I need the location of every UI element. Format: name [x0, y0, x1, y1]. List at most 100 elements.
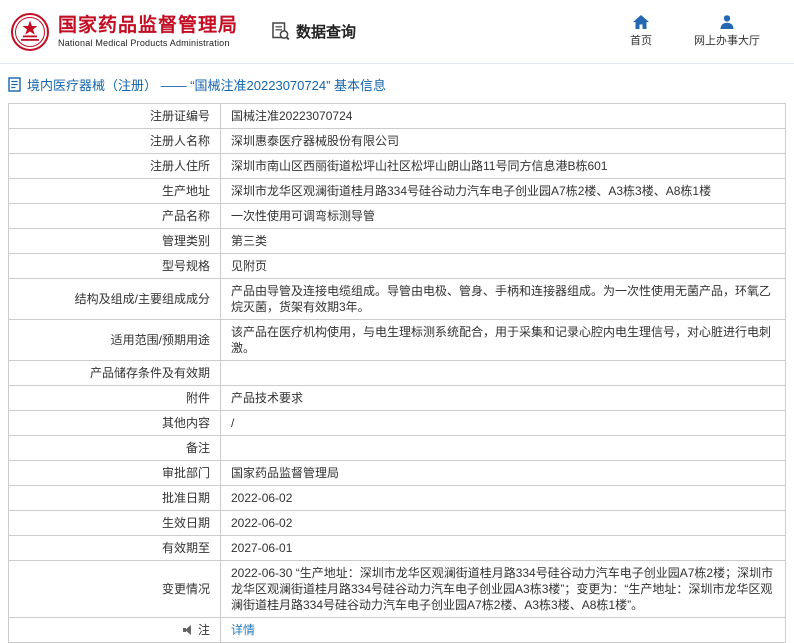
table-row: 生效日期 2022-06-02 — [9, 511, 786, 536]
row-value-text: 国家药品监督管理局 — [231, 466, 339, 480]
table-row: 备注 — [9, 436, 786, 461]
row-label-text: 适用范围/预期用途 — [111, 333, 210, 347]
table-row: 结构及组成/主要组成成分 产品由导管及连接电缆组成。导管由电极、管身、手柄和连接器… — [9, 279, 786, 320]
row-label-text: 其他内容 — [162, 416, 210, 430]
row-label: 变更情况 — [9, 561, 221, 618]
row-label-text: 管理类别 — [162, 234, 210, 248]
row-label: 生产地址 — [9, 179, 221, 204]
row-label: 附件 — [9, 386, 221, 411]
info-table-body: 注册证编号国械注准20223070724注册人名称深圳惠泰医疗器械股份有限公司注… — [9, 104, 786, 643]
row-value: 深圳市南山区西丽街道松坪山社区松坪山朗山路11号同方信息港B栋601 — [221, 154, 786, 179]
row-value-text: 深圳市龙华区观澜街道桂月路334号硅谷动力汽车电子创业园A7栋2楼、A3栋3楼、… — [231, 184, 711, 198]
row-value — [221, 436, 786, 461]
table-row: 产品名称 一次性使用可调弯标测导管 — [9, 204, 786, 229]
row-value-text: 产品技术要求 — [231, 391, 303, 405]
table-row: 附件产品技术要求 — [9, 386, 786, 411]
table-row: 型号规格见附页 — [9, 254, 786, 279]
row-value: 产品技术要求 — [221, 386, 786, 411]
row-value-text: 见附页 — [231, 259, 267, 273]
row-label-text: 产品名称 — [162, 209, 210, 223]
detail-link[interactable]: 详情 — [231, 623, 255, 637]
site-header: 国家药品监督管理局 National Medical Products Admi… — [0, 0, 794, 64]
row-label: 注册证编号 — [9, 104, 221, 129]
row-value: 2022-06-02 — [221, 511, 786, 536]
row-label-text: 变更情况 — [162, 582, 210, 596]
row-label: 审批部门 — [9, 461, 221, 486]
nav-home[interactable]: 首页 — [624, 15, 658, 48]
row-value: / — [221, 411, 786, 436]
page-title: 境内医疗器械（注册） —— “国械注准20223070724” 基本信息 — [0, 64, 794, 103]
table-row: 有效期至 2027-06-01 — [9, 536, 786, 561]
agency-logo[interactable]: 国家药品监督管理局 National Medical Products Admi… — [10, 12, 238, 52]
page-title-text: 境内医疗器械（注册） —— “国械注准20223070724” 基本信息 — [27, 75, 386, 94]
nav-service-hall-label: 网上办事大厅 — [694, 32, 760, 48]
data-query-tab[interactable]: 数据查询 — [272, 21, 356, 42]
row-label: 注册人名称 — [9, 129, 221, 154]
table-row: 注册人名称 深圳惠泰医疗器械股份有限公司 — [9, 129, 786, 154]
table-row: 变更情况 2022-06-30 “生产地址：深圳市龙华区观澜街道桂月路334号硅谷… — [9, 561, 786, 618]
nav-service-hall[interactable]: 网上办事大厅 — [694, 15, 760, 48]
row-label-text: 生产地址 — [162, 184, 210, 198]
row-value: 产品由导管及连接电缆组成。导管由电极、管身、手柄和连接器组成。为一次性使用无菌产… — [221, 279, 786, 320]
row-label-text: 生效日期 — [162, 516, 210, 530]
info-table: 注册证编号国械注准20223070724注册人名称深圳惠泰医疗器械股份有限公司注… — [8, 103, 786, 643]
row-value — [221, 361, 786, 386]
row-label: 产品储存条件及有效期 — [9, 361, 221, 386]
row-value-text: 产品由导管及连接电缆组成。导管由电极、管身、手柄和连接器组成。为一次性使用无菌产… — [231, 284, 771, 314]
document-search-icon — [272, 22, 290, 41]
agency-name-en: National Medical Products Administration — [58, 38, 238, 48]
row-value: 详情 — [221, 618, 786, 643]
row-value: 国家药品监督管理局 — [221, 461, 786, 486]
row-value: 2022-06-30 “生产地址：深圳市龙华区观澜街道桂月路334号硅谷动力汽车… — [221, 561, 786, 618]
row-value-text: 一次性使用可调弯标测导管 — [231, 209, 375, 223]
speaker-icon — [183, 625, 194, 635]
person-icon — [720, 15, 734, 29]
row-value-text: 深圳惠泰医疗器械股份有限公司 — [231, 134, 399, 148]
row-value-text: 2027-06-01 — [231, 541, 292, 555]
row-label: 适用范围/预期用途 — [9, 320, 221, 361]
row-value: 该产品在医疗机构使用，与电生理标测系统配合，用于采集和记录心腔内电生理信号，对心… — [221, 320, 786, 361]
agency-name-cn: 国家药品监督管理局 — [58, 16, 238, 36]
row-label: 有效期至 — [9, 536, 221, 561]
row-label: 备注 — [9, 436, 221, 461]
row-label: 结构及组成/主要组成成分 — [9, 279, 221, 320]
row-value: 深圳市龙华区观澜街道桂月路334号硅谷动力汽车电子创业园A7栋2楼、A3栋3楼、… — [221, 179, 786, 204]
table-row: 批准日期2022-06-02 — [9, 486, 786, 511]
document-icon — [8, 77, 21, 92]
top-nav: 首页 网上办事大厅 — [624, 15, 774, 48]
row-value: 深圳惠泰医疗器械股份有限公司 — [221, 129, 786, 154]
row-label-text: 注册证编号 — [150, 109, 210, 123]
table-row: 注册人住所 深圳市南山区西丽街道松坪山社区松坪山朗山路11号同方信息港B栋601 — [9, 154, 786, 179]
nav-home-label: 首页 — [630, 32, 652, 48]
row-label-text: 注册人名称 — [150, 134, 210, 148]
row-value: 国械注准20223070724 — [221, 104, 786, 129]
row-label-text: 审批部门 — [162, 466, 210, 480]
row-value-text: 国械注准20223070724 — [231, 109, 352, 123]
row-value-text: 深圳市南山区西丽街道松坪山社区松坪山朗山路11号同方信息港B栋601 — [231, 159, 608, 173]
table-row: 管理类别第三类 — [9, 229, 786, 254]
row-label: 注册人住所 — [9, 154, 221, 179]
row-value-text: / — [231, 416, 234, 430]
table-row: 其他内容 / — [9, 411, 786, 436]
row-label-text: 备注 — [186, 441, 210, 455]
row-value: 2022-06-02 — [221, 486, 786, 511]
row-label: 生效日期 — [9, 511, 221, 536]
row-label-text: 结构及组成/主要组成成分 — [75, 292, 210, 306]
agency-name: 国家药品监督管理局 National Medical Products Admi… — [58, 16, 238, 48]
row-value-text: 2022-06-02 — [231, 516, 292, 530]
national-emblem-icon — [10, 12, 50, 52]
row-value: 第三类 — [221, 229, 786, 254]
table-row: 审批部门 国家药品监督管理局 — [9, 461, 786, 486]
row-value-text: 2022-06-02 — [231, 491, 292, 505]
table-row: 注册证编号 国械注准20223070724 — [9, 104, 786, 129]
table-row: 产品储存条件及有效期 — [9, 361, 786, 386]
home-icon — [633, 15, 649, 29]
row-label: 其他内容 — [9, 411, 221, 436]
row-label-text: 注册人住所 — [150, 159, 210, 173]
table-row: 注详情 — [9, 618, 786, 643]
row-label-text: 产品储存条件及有效期 — [90, 366, 210, 380]
row-label: 产品名称 — [9, 204, 221, 229]
data-query-label: 数据查询 — [296, 21, 356, 42]
row-value-text: 2022-06-30 “生产地址：深圳市龙华区观澜街道桂月路334号硅谷动力汽车… — [231, 566, 773, 612]
row-label: 注 — [9, 618, 221, 643]
